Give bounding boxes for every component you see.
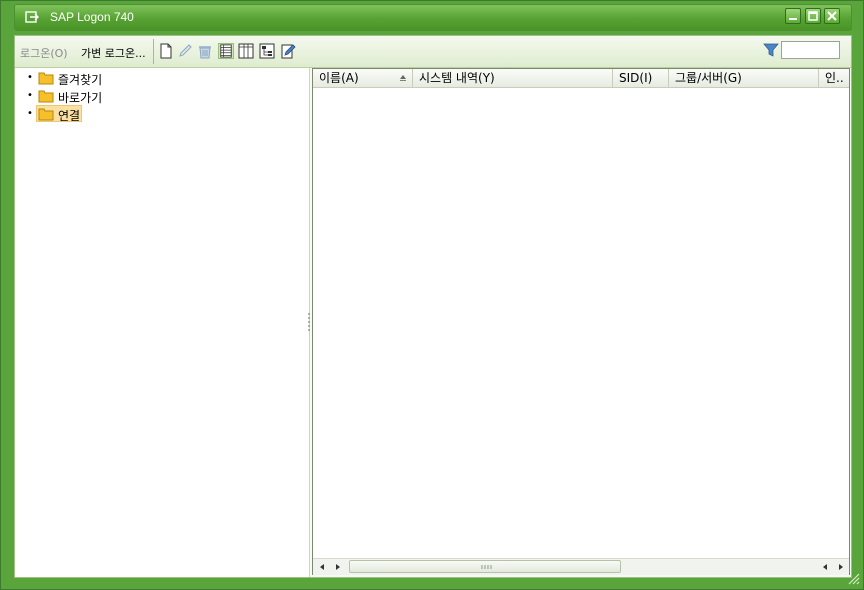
column-header-instance[interactable]: 인.. bbox=[819, 69, 849, 87]
tree-view-icon[interactable] bbox=[259, 43, 275, 59]
title-bar[interactable]: SAP Logon 740 bbox=[14, 4, 852, 31]
column-header-sid[interactable]: SID(I) bbox=[613, 69, 669, 87]
toolbar-separator bbox=[153, 39, 154, 64]
sort-ascending-icon bbox=[400, 75, 406, 81]
close-icon bbox=[827, 11, 837, 21]
filter-input[interactable] bbox=[781, 41, 840, 59]
sap-logon-app-icon bbox=[25, 11, 39, 23]
scroll-left-icon[interactable] bbox=[318, 563, 326, 571]
column-header-label: SID(I) bbox=[619, 71, 653, 85]
minimize-button[interactable] bbox=[785, 8, 801, 24]
properties-icon[interactable] bbox=[280, 43, 296, 59]
scroll-left-icon[interactable] bbox=[821, 563, 829, 571]
client-area: 로그온(O) 가변 로그온... • 즐겨찾기 • 바로가기 • 연결 이름(A… bbox=[14, 35, 852, 578]
connection-list: 이름(A) 시스템 내역(Y) SID(I) 그룹/서버(G) 인.. bbox=[312, 68, 850, 575]
tree-item-label: 연결 bbox=[58, 109, 81, 123]
horizontal-scrollbar[interactable] bbox=[313, 558, 849, 575]
resize-grip-icon[interactable] bbox=[846, 571, 860, 585]
column-header-label: 이름(A) bbox=[319, 71, 359, 85]
column-view-icon[interactable] bbox=[238, 43, 254, 59]
maximize-icon bbox=[808, 11, 818, 21]
scroll-right-icon[interactable] bbox=[334, 563, 342, 571]
tree-item-label: 바로가기 bbox=[58, 91, 103, 105]
variable-logon-button[interactable]: 가변 로그온... bbox=[81, 45, 146, 61]
folder-icon bbox=[38, 72, 54, 85]
logon-button[interactable]: 로그온(O) bbox=[20, 45, 68, 61]
column-header-description[interactable]: 시스템 내역(Y) bbox=[413, 69, 613, 87]
column-header-label: 인.. bbox=[825, 71, 844, 85]
filter-icon[interactable] bbox=[763, 42, 779, 58]
column-header-label: 시스템 내역(Y) bbox=[419, 71, 495, 85]
grip-icon bbox=[481, 565, 492, 569]
tree-pane: • 즐겨찾기 • 바로가기 • 연결 bbox=[15, 68, 310, 577]
splitter-grip-icon[interactable] bbox=[307, 312, 311, 332]
scrollbar-thumb[interactable] bbox=[349, 560, 621, 573]
new-item-icon[interactable] bbox=[158, 43, 174, 59]
tree-bullet: • bbox=[27, 90, 33, 101]
sap-logon-window: SAP Logon 740 로그온(O) 가변 로그온... • 즐겨찾기 • … bbox=[0, 0, 864, 590]
window-title: SAP Logon 740 bbox=[50, 10, 134, 24]
maximize-button[interactable] bbox=[805, 8, 821, 24]
close-button[interactable] bbox=[824, 8, 840, 24]
delete-icon[interactable] bbox=[197, 43, 213, 59]
tree-bullet: • bbox=[27, 72, 33, 83]
list-header: 이름(A) 시스템 내역(Y) SID(I) 그룹/서버(G) 인.. bbox=[313, 69, 849, 88]
column-header-label: 그룹/서버(G) bbox=[675, 71, 742, 85]
list-view-icon[interactable] bbox=[218, 43, 234, 59]
minimize-icon bbox=[789, 18, 797, 20]
folder-icon bbox=[38, 108, 54, 121]
scroll-right-icon[interactable] bbox=[837, 563, 845, 571]
tree-bullet: • bbox=[27, 108, 33, 119]
column-header-name[interactable]: 이름(A) bbox=[313, 69, 413, 87]
folder-icon bbox=[38, 90, 54, 103]
toolbar: 로그온(O) 가변 로그온... bbox=[15, 36, 851, 68]
tree-item-label: 즐겨찾기 bbox=[58, 73, 103, 87]
column-header-group-server[interactable]: 그룹/서버(G) bbox=[669, 69, 819, 87]
edit-icon[interactable] bbox=[177, 43, 193, 59]
